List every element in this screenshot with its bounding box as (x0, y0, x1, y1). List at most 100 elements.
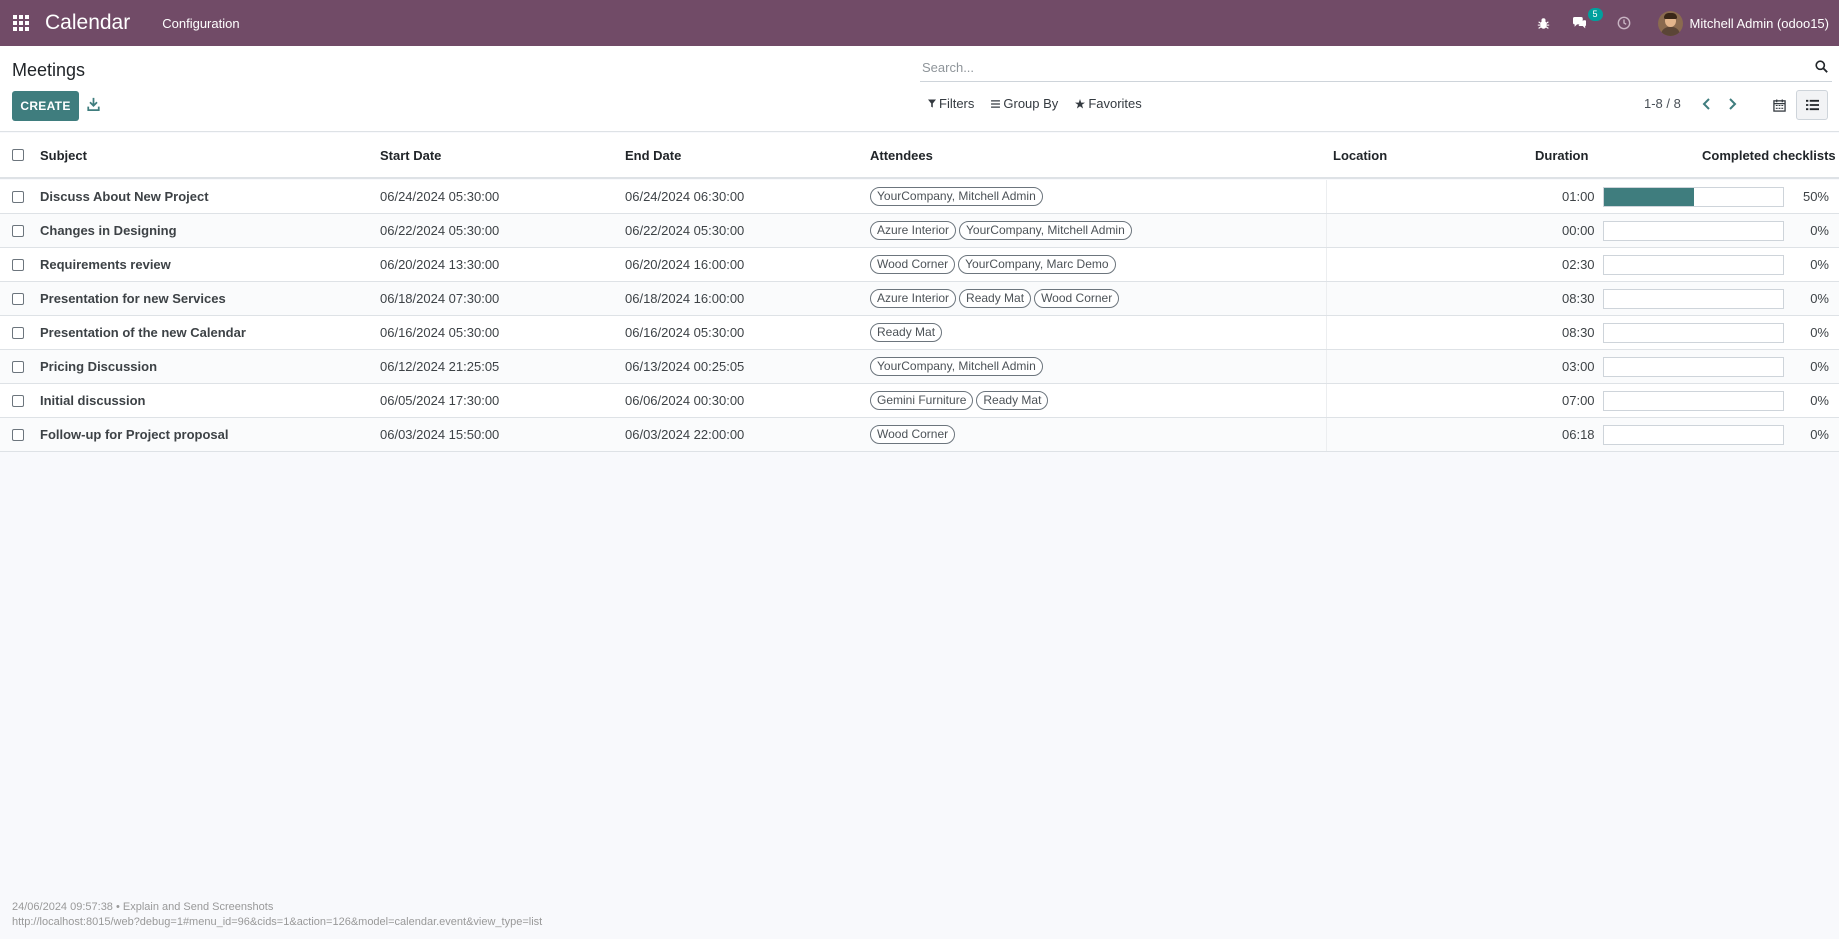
table-row[interactable]: Requirements review 06/20/2024 13:30:00 … (0, 248, 1839, 282)
cell-start-date: 06/18/2024 07:30:00 (380, 291, 500, 306)
row-select-cell (12, 316, 24, 349)
cell-progress (1603, 248, 1784, 281)
table-row[interactable]: Presentation of the new Calendar 06/16/2… (0, 316, 1839, 350)
user-name[interactable]: Mitchell Admin (odoo15) (1690, 16, 1829, 31)
attendee-tag: Azure Interior (870, 221, 957, 240)
app-name[interactable]: Calendar (45, 11, 130, 35)
cell-start-date: 06/20/2024 13:30:00 (380, 257, 500, 272)
cell-attendees: Ready Mat (870, 316, 945, 349)
select-all-checkbox[interactable] (12, 149, 24, 161)
cell-end-date: 06/06/2024 00:30:00 (625, 393, 745, 408)
table-row[interactable]: Follow-up for Project proposal 06/03/202… (0, 418, 1839, 452)
header-attendees[interactable]: Attendees (870, 133, 933, 177)
checklist-progress-bar (1603, 356, 1784, 377)
table-row[interactable]: Initial discussion 06/05/2024 17:30:00 0… (0, 384, 1839, 418)
favorites-dropdown[interactable]: Favorites (1075, 96, 1142, 111)
messages-count-badge: 5 (1587, 8, 1603, 21)
table-row[interactable]: Changes in Designing 06/22/2024 05:30:00… (0, 214, 1839, 248)
cell-subject: Pricing Discussion (40, 359, 158, 374)
cell-duration: 01:00 (1562, 189, 1595, 204)
header-end-date[interactable]: End Date (625, 133, 681, 177)
page-url: http://localhost:8015/web?debug=1#menu_i… (12, 916, 543, 928)
cell-progress (1603, 350, 1784, 383)
header-subject[interactable]: Subject (40, 133, 87, 177)
cell-start-date: 06/12/2024 21:25:05 (380, 359, 500, 374)
apps-menu-icon[interactable] (12, 14, 30, 32)
debug-bug-icon[interactable] (1532, 11, 1556, 35)
checklist-progress-bar (1603, 288, 1784, 309)
cell-progress (1603, 384, 1784, 417)
cell-progress-label: 0% (1810, 427, 1829, 442)
row-checkbox[interactable] (12, 292, 24, 305)
row-checkbox[interactable] (12, 360, 24, 373)
attendee-tag: YourCompany, Mitchell Admin (870, 187, 1043, 206)
group-by-dropdown[interactable]: Group By (991, 96, 1058, 111)
filters-dropdown[interactable]: Filters (928, 96, 974, 111)
cell-duration: 08:30 (1562, 325, 1595, 340)
header-completed-checklists[interactable]: Completed checklists (1702, 148, 1836, 163)
cell-end-date: 06/24/2024 06:30:00 (625, 189, 745, 204)
row-select-cell (12, 248, 24, 281)
navbar-systray: 5 Mitchell Admin (odoo15) (1526, 0, 1829, 46)
cell-progress-label: 0% (1810, 325, 1829, 340)
screenshot-timestamp: 24/06/2024 09:57:38 • Explain and Send S… (12, 901, 274, 913)
checklist-progress-bar (1603, 390, 1784, 411)
list-view-icon[interactable] (1796, 90, 1828, 120)
attendee-tag: YourCompany, Mitchell Admin (959, 221, 1132, 240)
attendee-tag: Gemini Furniture (870, 391, 974, 410)
cell-duration: 08:30 (1562, 291, 1595, 306)
cell-progress (1603, 282, 1784, 315)
cell-progress (1603, 180, 1784, 213)
row-select-cell (12, 418, 24, 451)
activities-clock-icon[interactable] (1612, 11, 1636, 35)
table-row[interactable]: Presentation for new Services 06/18/2024… (0, 282, 1839, 316)
cell-subject: Discuss About New Project (40, 189, 209, 204)
cell-start-date: 06/24/2024 05:30:00 (380, 189, 500, 204)
cell-subject: Requirements review (40, 257, 171, 272)
cell-start-date: 06/16/2024 05:30:00 (380, 325, 500, 340)
create-button[interactable]: CREATE (12, 91, 79, 121)
cell-end-date: 06/13/2024 00:25:05 (625, 359, 745, 374)
debug-footer: 24/06/2024 09:57:38 • Explain and Send S… (12, 900, 542, 930)
row-checkbox[interactable] (12, 258, 24, 271)
table-row[interactable]: Pricing Discussion 06/12/2024 21:25:05 0… (0, 350, 1839, 384)
table-row[interactable]: Discuss About New Project 06/24/2024 05:… (0, 180, 1839, 214)
star-icon (1075, 98, 1086, 108)
calendar-view-icon[interactable] (1763, 90, 1795, 120)
cell-subject: Follow-up for Project proposal (40, 427, 229, 442)
row-checkbox[interactable] (12, 224, 24, 237)
search-bar (920, 54, 1832, 82)
header-duration[interactable]: Duration (1535, 133, 1588, 177)
row-checkbox[interactable] (12, 394, 24, 407)
row-checkbox[interactable] (12, 428, 24, 441)
download-icon[interactable] (87, 97, 103, 115)
attendee-tag: Ready Mat (870, 323, 943, 342)
cell-subject: Presentation for new Services (40, 291, 226, 306)
cell-end-date: 06/03/2024 22:00:00 (625, 427, 745, 442)
search-input[interactable] (920, 60, 1800, 75)
pager-value[interactable]: 1-8 / 8 (1644, 96, 1681, 111)
top-navbar: Calendar Configuration 5 Mitchell Admin … (0, 0, 1839, 46)
row-checkbox[interactable] (12, 326, 24, 339)
pager-previous-icon[interactable] (1698, 96, 1714, 112)
pager-next-icon[interactable] (1725, 96, 1741, 112)
menu-configuration[interactable]: Configuration (162, 16, 239, 31)
search-icon[interactable] (1815, 60, 1830, 75)
cell-progress-label: 0% (1810, 223, 1829, 238)
cell-start-date: 06/05/2024 17:30:00 (380, 393, 500, 408)
cell-end-date: 06/22/2024 05:30:00 (625, 223, 745, 238)
header-start-date[interactable]: Start Date (380, 133, 441, 177)
checklist-progress-bar (1603, 322, 1784, 343)
row-select-cell (12, 180, 24, 213)
cell-end-date: 06/18/2024 16:00:00 (625, 291, 745, 306)
user-avatar[interactable] (1657, 10, 1683, 36)
attendee-tag: Azure Interior (870, 289, 957, 308)
checklist-progress-bar (1603, 424, 1784, 445)
control-panel: Meetings CREATE Filters Group By Favorit… (0, 46, 1839, 132)
cell-progress-label: 0% (1810, 359, 1829, 374)
messages-chat-icon[interactable]: 5 (1568, 8, 1603, 35)
row-checkbox[interactable] (12, 190, 24, 203)
row-select-cell (12, 214, 24, 247)
cell-attendees: Gemini Furniture Ready Mat (870, 384, 1051, 417)
header-location[interactable]: Location (1333, 133, 1387, 177)
